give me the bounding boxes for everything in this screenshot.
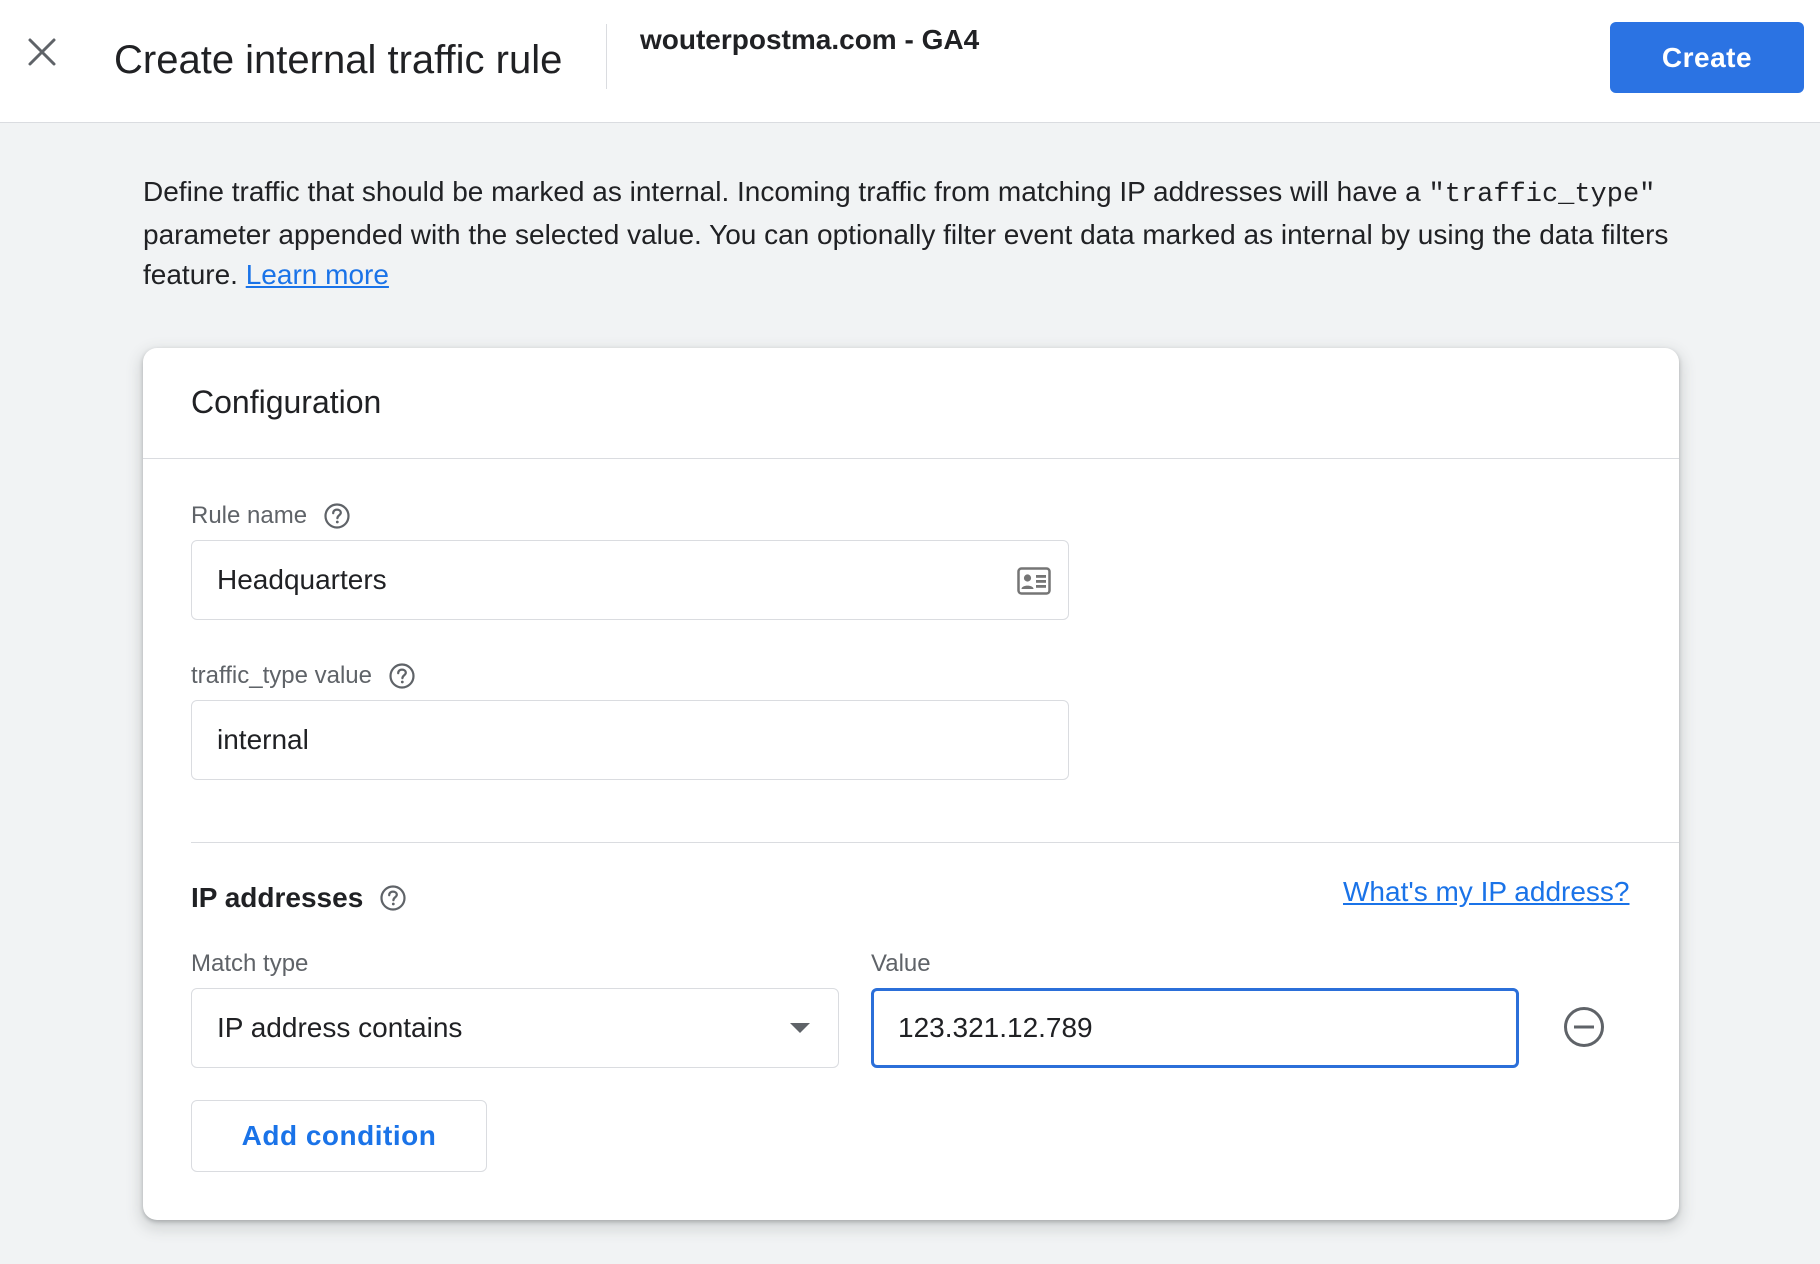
rule-name-label: Rule name <box>191 502 351 530</box>
dialog-title: Create internal traffic rule <box>114 38 563 82</box>
rule-name-label-text: Rule name <box>191 502 308 529</box>
create-button[interactable]: Create <box>1610 22 1804 93</box>
configuration-card: Configuration Rule name Headquarters tra… <box>143 348 1679 1220</box>
intro-text: Define traffic that should be marked as … <box>143 176 1429 207</box>
learn-more-link[interactable]: Learn more <box>246 259 389 290</box>
dialog-header: Create internal traffic rule wouterpostm… <box>0 0 1820 123</box>
match-type-select[interactable]: IP address contains <box>191 988 839 1068</box>
ip-addresses-title: IP addresses <box>191 882 364 913</box>
traffic-type-input[interactable]: internal <box>191 700 1069 780</box>
help-circle-icon[interactable] <box>323 502 351 530</box>
contact-card-icon[interactable] <box>1016 563 1052 599</box>
intro-description: Define traffic that should be marked as … <box>143 172 1683 295</box>
help-circle-icon[interactable] <box>379 884 407 912</box>
close-icon <box>27 37 57 72</box>
help-circle-icon[interactable] <box>388 662 416 690</box>
rule-name-input[interactable]: Headquarters <box>191 540 1069 620</box>
ip-value: 123.321.12.789 <box>898 1012 1093 1043</box>
ip-value-input[interactable]: 123.321.12.789 <box>871 988 1519 1068</box>
close-button[interactable] <box>14 26 70 82</box>
remove-condition-button[interactable] <box>1563 1006 1605 1053</box>
match-type-label: Match type <box>191 950 309 977</box>
traffic-type-code: "traffic_type" <box>1428 180 1656 210</box>
rule-name-value: Headquarters <box>217 564 387 595</box>
dropdown-arrow-icon <box>790 1023 810 1033</box>
card-title: Configuration <box>191 384 382 420</box>
traffic-type-value: internal <box>217 724 309 755</box>
whats-my-ip-link[interactable]: What's my IP address? <box>1343 876 1630 908</box>
traffic-type-label: traffic_type value <box>191 662 416 690</box>
traffic-type-label-text: traffic_type value <box>191 662 372 689</box>
value-label: Value <box>871 950 931 977</box>
title-divider <box>606 24 607 89</box>
ip-addresses-heading: IP addresses <box>191 882 407 914</box>
remove-circle-icon <box>1563 1006 1605 1053</box>
section-divider <box>191 842 1679 843</box>
card-divider <box>143 458 1679 459</box>
match-type-selected: IP address contains <box>217 1012 463 1043</box>
add-condition-button[interactable]: Add condition <box>191 1100 487 1172</box>
property-name: wouterpostma.com - GA4 <box>640 24 980 55</box>
